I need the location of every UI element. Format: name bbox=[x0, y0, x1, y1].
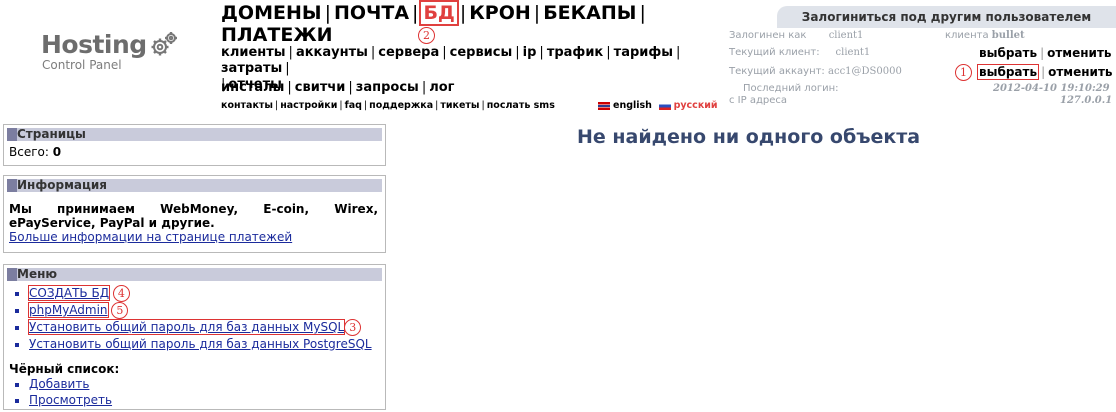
info-panel-title: Информация bbox=[7, 179, 382, 192]
nav-installs[interactable]: инсталы bbox=[221, 80, 284, 95]
marker-2: 2 bbox=[418, 27, 435, 44]
nav-tickets[interactable]: тикеты bbox=[440, 100, 479, 111]
cancel-client-button[interactable]: отменить bbox=[1047, 46, 1111, 60]
nav-ip[interactable]: ip bbox=[523, 45, 537, 60]
nav-send-sms[interactable]: послать sms bbox=[487, 100, 555, 111]
nav-accounts[interactable]: аккаунты bbox=[296, 45, 368, 60]
select-account-button[interactable]: выбрать bbox=[976, 64, 1040, 80]
last-login-value: 2012-04-10 19:10:29 bbox=[993, 83, 1110, 94]
pages-total: Всего: 0 bbox=[9, 145, 62, 159]
nav-cron[interactable]: КРОН bbox=[469, 2, 531, 24]
list-item: Добавить bbox=[29, 376, 380, 392]
small-nav: контакты | настройки | faq | поддержка | тикеты |… bbox=[221, 100, 555, 111]
last-login-label: Последний логин: bbox=[743, 83, 839, 94]
nav-faq[interactable]: faq bbox=[345, 100, 362, 111]
nav-contacts[interactable]: контакты bbox=[221, 100, 273, 111]
logo-title: Hosting bbox=[41, 30, 147, 59]
phpmyadmin-link[interactable]: phpMyAdmin bbox=[28, 302, 109, 318]
main-nav: ДОМЕНЫ | ПОЧТА | БД | КРОН | БЕКАПЫ | ПЛАТЕЖИ bbox=[221, 0, 646, 46]
cancel-account-button[interactable]: отменить bbox=[1048, 65, 1112, 79]
nav-switches[interactable]: свитчи bbox=[295, 80, 346, 95]
from-ip-label: с IP адреса bbox=[729, 95, 788, 106]
account-actions: выбрать | отменить bbox=[976, 64, 1113, 80]
list-item: Просмотреть bbox=[29, 392, 380, 408]
nav-mail[interactable]: ПОЧТА bbox=[334, 2, 409, 24]
blacklist-add-link[interactable]: Добавить bbox=[29, 377, 89, 391]
language-switcher: english русский bbox=[598, 100, 718, 111]
nav-tariffs[interactable]: тарифы bbox=[614, 45, 673, 60]
payments-info-link[interactable]: Больше информации на странице платежей bbox=[9, 230, 292, 244]
logo-subtitle: Control Panel bbox=[42, 58, 122, 72]
postgresql-password-link[interactable]: Установить общий пароль для баз данных P… bbox=[29, 337, 372, 351]
blacklist-view-link[interactable]: Просмотреть bbox=[29, 393, 112, 407]
marker-5: 5 bbox=[111, 302, 129, 319]
client-actions: выбрать | отменить bbox=[979, 46, 1112, 60]
nav-servers[interactable]: сервера bbox=[378, 45, 439, 60]
nav-services[interactable]: сервисы bbox=[450, 45, 513, 60]
blacklist-list: Добавить Просмотреть bbox=[9, 376, 380, 408]
list-item: СОЗДАТЬ БД 4 bbox=[27, 285, 380, 302]
create-db-link[interactable]: СОЗДАТЬ БД bbox=[27, 285, 111, 301]
info-panel: Информация Мы принимаем WebMoney, E-coin… bbox=[3, 175, 386, 253]
nav-clients[interactable]: клиенты bbox=[221, 45, 286, 60]
login-as-other-tab[interactable]: Залогиниться под другим пользователем bbox=[777, 6, 1116, 28]
gear-icon bbox=[151, 32, 177, 56]
info-text: Мы принимаем WebMoney, E-coin, Wirex, eP… bbox=[9, 202, 378, 230]
nav-support[interactable]: поддержка bbox=[369, 100, 433, 111]
nav-log[interactable]: лог bbox=[429, 80, 454, 95]
current-client-row: Текущий клиент: client1 bbox=[729, 47, 871, 58]
nav-traffic[interactable]: трафик bbox=[547, 45, 603, 60]
menu-panel: Меню СОЗДАТЬ БД 4 phpMyAdmin 5 Установит… bbox=[3, 264, 386, 410]
ru-flag-icon bbox=[658, 101, 671, 110]
nav-payments[interactable]: ПЛАТЕЖИ bbox=[221, 24, 333, 46]
nav-expenses[interactable]: затраты bbox=[221, 61, 282, 76]
empty-message: Не найдено ни одного объекта bbox=[577, 126, 921, 148]
nav-domains[interactable]: ДОМЕНЫ bbox=[221, 2, 322, 24]
menu-panel-title: Меню bbox=[7, 268, 382, 281]
nav-databases[interactable]: БД bbox=[419, 0, 459, 26]
client-row: клиента bullet bbox=[945, 30, 1025, 41]
list-item: Установить общий пароль для баз данных P… bbox=[29, 336, 380, 352]
marker-3: 3 bbox=[344, 319, 362, 336]
blacklist-title: Чёрный список: bbox=[9, 362, 120, 376]
nav-backups[interactable]: БЕКАПЫ bbox=[543, 2, 636, 24]
marker-4: 4 bbox=[112, 285, 130, 302]
menu-list: СОЗДАТЬ БД 4 phpMyAdmin 5 Установить общ… bbox=[9, 285, 380, 352]
logged-as-row: Залогинен как client1 bbox=[729, 30, 864, 41]
nav-settings[interactable]: настройки bbox=[280, 100, 337, 111]
admin-nav-2: инсталы | свитчи | запросы | лог bbox=[221, 80, 455, 95]
pages-panel: Страницы Всего: 0 bbox=[3, 124, 386, 166]
pages-panel-title: Страницы bbox=[7, 128, 382, 141]
select-client-button[interactable]: выбрать bbox=[979, 46, 1037, 60]
lang-english[interactable]: english bbox=[613, 100, 652, 111]
lang-russian[interactable]: русский bbox=[674, 100, 718, 111]
mysql-password-link[interactable]: Установить общий пароль для баз данных M… bbox=[27, 319, 346, 335]
marker-1: 1 bbox=[955, 64, 972, 81]
nav-requests[interactable]: запросы bbox=[356, 80, 419, 95]
list-item: Установить общий пароль для баз данных M… bbox=[27, 319, 380, 336]
current-account-row: Текущий аккаунт: acc1@DS0000 bbox=[729, 66, 902, 77]
uk-flag-icon bbox=[598, 101, 610, 110]
list-item: phpMyAdmin 5 bbox=[28, 302, 380, 319]
from-ip-value: 127.0.0.1 bbox=[1060, 95, 1113, 106]
